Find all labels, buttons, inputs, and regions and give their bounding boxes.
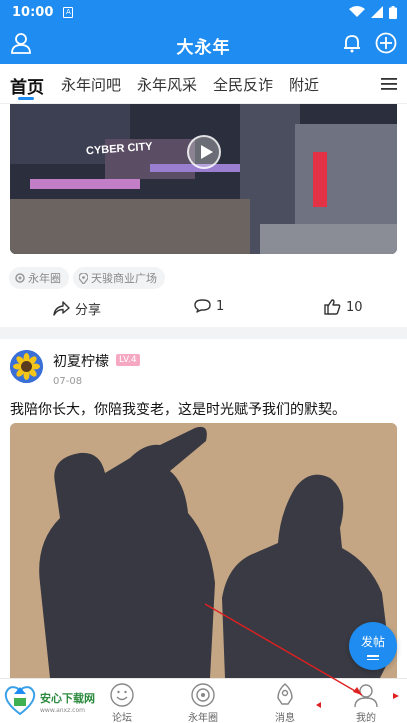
new-post-button[interactable]: 发帖 xyxy=(349,622,397,670)
video-thumbnail[interactable]: CYBER CITY xyxy=(10,104,397,254)
tag-circle[interactable]: 永年圈 xyxy=(9,267,69,289)
circle-icon xyxy=(191,683,215,707)
tab-style[interactable]: 永年风采 xyxy=(137,74,197,95)
status-icons xyxy=(349,5,397,19)
menu-icon[interactable] xyxy=(381,77,397,91)
fab-bar-icon xyxy=(367,655,379,657)
post-divider xyxy=(0,327,407,339)
status-time: 10:00 xyxy=(12,4,54,20)
nav-circle[interactable]: 永年圈 xyxy=(173,682,233,723)
nav-circle-label: 永年圈 xyxy=(188,713,218,723)
tab-home[interactable]: 首页 xyxy=(10,73,44,98)
status-bar: 10:00 A xyxy=(0,0,407,24)
comment-icon xyxy=(194,299,211,313)
circle-tag-icon xyxy=(15,273,25,283)
like-count: 10 xyxy=(346,299,363,315)
share-label: 分享 xyxy=(75,303,102,318)
post-date: 07-08 xyxy=(53,376,83,387)
tab-antifraud[interactable]: 全民反诈 xyxy=(213,74,273,95)
wifi-icon xyxy=(349,6,365,17)
watermark-url: www.anxz.com xyxy=(40,707,85,714)
battery-icon xyxy=(389,5,397,19)
signal-icon xyxy=(371,6,383,18)
avatar[interactable] xyxy=(10,350,43,383)
category-tabs: 首页 永年问吧 永年风采 全民反诈 附近 xyxy=(0,64,407,104)
bell-icon[interactable] xyxy=(342,33,362,53)
nav-messages[interactable]: 消息 xyxy=(255,682,315,723)
like-button[interactable]: 10 xyxy=(324,299,363,315)
nav-messages-label: 消息 xyxy=(275,713,295,723)
nav-mine[interactable]: 我的 xyxy=(336,682,396,723)
app-header: 大永年 xyxy=(0,24,407,64)
post-text[interactable]: 我陪你长大，你陪我变老，这是时光赋予我们的默契。 xyxy=(10,399,400,419)
video-scene xyxy=(10,104,397,254)
share-button[interactable]: 分享 xyxy=(53,299,101,318)
location-pin-icon xyxy=(79,272,88,284)
share-icon xyxy=(53,301,70,316)
tab-ask[interactable]: 永年问吧 xyxy=(61,74,121,95)
sunflower-icon xyxy=(10,350,43,383)
post-actions: 分享 1 10 xyxy=(0,297,407,323)
new-post-label: 发帖 xyxy=(360,635,385,649)
tag-circle-label: 永年圈 xyxy=(28,272,61,285)
tab-active-indicator xyxy=(18,97,34,100)
shadow-photo xyxy=(10,423,397,678)
comment-count: 1 xyxy=(216,299,225,314)
comment-button[interactable]: 1 xyxy=(194,299,224,314)
message-icon xyxy=(277,683,293,705)
level-badge: LV.4 xyxy=(116,354,140,366)
tab-nearby[interactable]: 附近 xyxy=(289,74,319,95)
forum-icon xyxy=(110,683,134,707)
play-icon[interactable] xyxy=(187,135,221,169)
watermark: 安心下载网 www.anxz.com xyxy=(2,680,106,720)
nav-forum-label: 论坛 xyxy=(112,713,132,723)
thumbs-up-icon xyxy=(324,299,341,315)
nav-mine-label: 我的 xyxy=(356,713,376,723)
profile-icon xyxy=(354,684,378,708)
post-username[interactable]: 初夏柠檬 xyxy=(53,351,109,371)
sim-icon: A xyxy=(63,6,74,18)
heart-logo-icon xyxy=(4,686,36,716)
watermark-brand: 安心下载网 xyxy=(40,692,95,705)
fab-bar-icon xyxy=(367,658,379,660)
post-photo[interactable] xyxy=(10,423,397,678)
tag-location-label: 天骏商业广场 xyxy=(91,272,157,285)
tag-location[interactable]: 天骏商业广场 xyxy=(73,267,165,289)
add-circle-icon[interactable] xyxy=(375,32,397,54)
